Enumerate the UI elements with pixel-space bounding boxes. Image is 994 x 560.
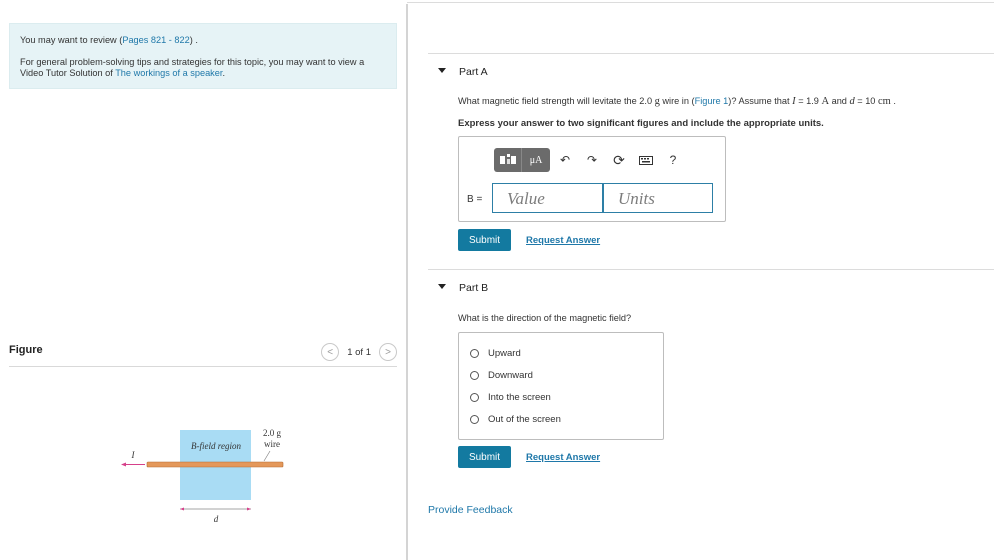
- review-box: You may want to review (Pages 821 - 822)…: [9, 23, 397, 89]
- choice-out-of-screen[interactable]: Out of the screen: [470, 412, 561, 426]
- value-input[interactable]: [492, 183, 603, 213]
- radio-button[interactable]: [470, 348, 479, 358]
- radio-button[interactable]: [470, 370, 479, 380]
- part-a-request-answer-link[interactable]: Request Answer: [526, 235, 600, 246]
- video-tutor-link[interactable]: The workings of a speaker: [115, 68, 222, 78]
- undo-icon: ↶: [559, 153, 571, 167]
- reset-icon: ⟳: [613, 151, 625, 168]
- radio-button[interactable]: [470, 392, 479, 402]
- part-b-request-answer-link[interactable]: Request Answer: [526, 452, 600, 463]
- collapse-caret-icon[interactable]: [438, 68, 446, 73]
- part-b-submit-button[interactable]: Submit: [458, 446, 511, 468]
- radio-button[interactable]: [470, 414, 479, 424]
- next-figure-button[interactable]: >: [379, 343, 397, 361]
- distance-arrow-right: [247, 507, 251, 511]
- choice-downward[interactable]: Downward: [470, 368, 533, 382]
- review-tutor-line: For general problem-solving tips and str…: [20, 57, 386, 79]
- collapse-caret-icon[interactable]: [438, 284, 446, 289]
- undo-button[interactable]: ↶: [553, 148, 577, 172]
- part-b-header[interactable]: Part B: [428, 269, 994, 305]
- question-text: wire in (: [659, 96, 695, 106]
- prev-figure-button[interactable]: <: [321, 343, 340, 361]
- wire-leader-line: [263, 450, 271, 462]
- part-a-title: Part A: [459, 66, 488, 78]
- redo-icon: ↷: [586, 153, 598, 167]
- eq-text: = 10: [854, 96, 878, 106]
- figure-diagram: B-field region 2.0 g wire I d: [121, 428, 284, 524]
- template-group: μA: [494, 148, 550, 172]
- answer-box: μA ↶ ↷ ⟳ ? B =: [458, 136, 726, 222]
- figure-count: 1 of 1: [347, 346, 371, 358]
- math-toolbar: μA ↶ ↷ ⟳ ?: [494, 148, 714, 172]
- and-text: and: [829, 96, 850, 106]
- distance-arrow-left: [180, 507, 184, 511]
- units-input[interactable]: [603, 183, 713, 213]
- figure-header: Figure < 1 of 1 >: [9, 340, 397, 367]
- wire: [146, 461, 284, 468]
- choice-label: Into the screen: [488, 391, 551, 403]
- review-prefix: You may want to review (: [20, 35, 123, 45]
- units-symbol-button[interactable]: μA: [522, 148, 550, 172]
- tutor-suffix: .: [222, 68, 225, 78]
- templates-icon: [499, 154, 516, 164]
- choice-label: Out of the screen: [488, 413, 561, 425]
- part-a-header[interactable]: Part A: [428, 53, 994, 89]
- question-text: What magnetic field strength will levita…: [458, 96, 655, 106]
- chevron-right-icon: >: [385, 346, 391, 358]
- unit-a: A: [821, 96, 830, 107]
- templates-button[interactable]: [494, 148, 522, 172]
- b-variable-label: B =: [467, 194, 483, 205]
- figure-pager: < 1 of 1 >: [321, 343, 397, 361]
- figure-title: Figure: [9, 344, 43, 356]
- choice-label: Downward: [488, 369, 533, 381]
- keyboard-icon: [639, 155, 653, 165]
- help-button[interactable]: ?: [661, 148, 685, 172]
- chevron-left-icon: <: [327, 346, 334, 358]
- question-end: .: [890, 96, 896, 106]
- part-b-question: What is the direction of the magnetic fi…: [458, 313, 632, 323]
- wire-label: wire: [264, 439, 280, 449]
- distance-label: d: [214, 514, 219, 524]
- current-label: I: [131, 450, 136, 460]
- choices-box: Upward Downward Into the screen Out of t…: [458, 332, 664, 440]
- part-a-submit-button[interactable]: Submit: [458, 229, 511, 251]
- top-rule: [407, 2, 994, 3]
- figure-link[interactable]: Figure 1: [695, 96, 729, 106]
- choice-label: Upward: [488, 347, 521, 359]
- redo-button[interactable]: ↷: [580, 148, 604, 172]
- pages-link[interactable]: Pages 821 - 822: [122, 35, 189, 45]
- eq-text: = 1.9: [795, 96, 822, 106]
- choice-into-screen[interactable]: Into the screen: [470, 390, 551, 404]
- mu-a-icon: μA: [529, 154, 543, 166]
- review-suffix: ) .: [189, 35, 198, 45]
- panel-divider: [406, 4, 408, 560]
- review-pages-line: You may want to review (Pages 821 - 822)…: [20, 35, 386, 46]
- unit-cm: cm: [877, 96, 891, 107]
- b-field-region-label: B-field region: [191, 441, 241, 451]
- current-arrow-head: [121, 462, 126, 467]
- keyboard-button[interactable]: [634, 148, 658, 172]
- part-b-title: Part B: [459, 282, 489, 294]
- mass-label: 2.0 g: [263, 428, 282, 438]
- reset-button[interactable]: ⟳: [607, 148, 631, 172]
- question-text: )? Assume that: [728, 96, 793, 106]
- part-a-question: What magnetic field strength will levita…: [458, 96, 896, 107]
- part-a-instructions: Express your answer to two significant f…: [458, 118, 824, 129]
- help-icon: ?: [669, 153, 677, 167]
- provide-feedback-link[interactable]: Provide Feedback: [428, 504, 513, 516]
- choice-upward[interactable]: Upward: [470, 346, 521, 360]
